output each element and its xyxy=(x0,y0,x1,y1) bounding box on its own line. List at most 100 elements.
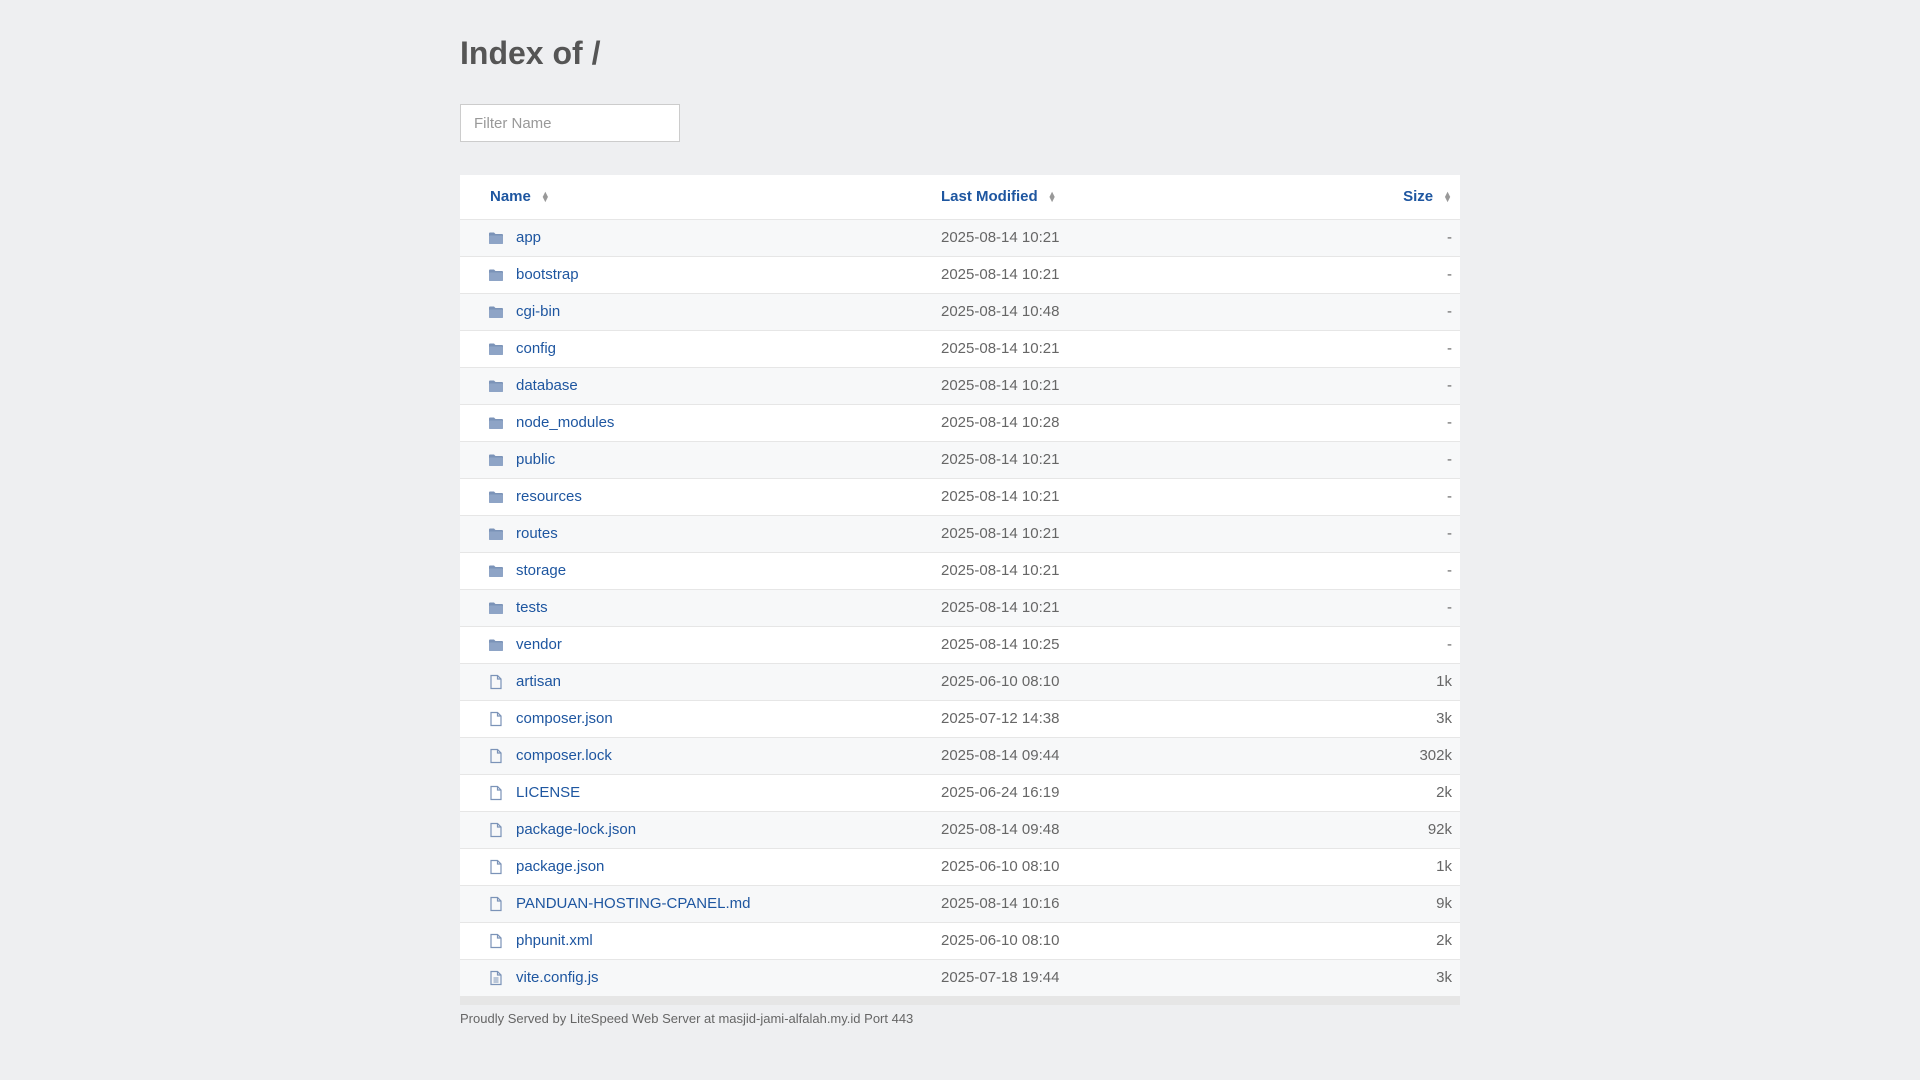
file-size: 2k xyxy=(1436,932,1452,949)
entry-link[interactable]: composer.json xyxy=(516,710,613,727)
file-size: - xyxy=(1447,229,1452,246)
folder-icon xyxy=(488,563,504,579)
entry-link[interactable]: package.json xyxy=(516,858,604,875)
folder-icon xyxy=(488,415,504,431)
table-row: vendor 2025-08-14 10:25 - xyxy=(460,627,1460,664)
entry-link[interactable]: public xyxy=(516,451,555,468)
file-size: - xyxy=(1447,266,1452,283)
table-row: vite.config.js 2025-07-18 19:44 3k xyxy=(460,960,1460,997)
folder-icon xyxy=(488,489,504,505)
sort-by-modified-button[interactable]: Last Modified ▲ ▼ xyxy=(941,188,1057,205)
file-size: - xyxy=(1447,599,1452,616)
file-icon xyxy=(488,822,504,838)
header-modified-label: Last Modified xyxy=(941,188,1038,205)
last-modified: 2025-07-12 14:38 xyxy=(941,710,1060,727)
entry-link[interactable]: database xyxy=(516,377,578,394)
table-row: PANDUAN-HOSTING-CPANEL.md 2025-08-14 10:1… xyxy=(460,886,1460,923)
server-footer: Proudly Served by LiteSpeed Web Server a… xyxy=(460,1011,914,1026)
file-icon xyxy=(488,674,504,690)
entry-link[interactable]: vite.config.js xyxy=(516,969,599,986)
table-row: node_modules 2025-08-14 10:28 - xyxy=(460,405,1460,442)
folder-icon xyxy=(488,378,504,394)
last-modified: 2025-08-14 10:25 xyxy=(941,636,1060,653)
file-size: 3k xyxy=(1436,710,1452,727)
file-size: - xyxy=(1447,377,1452,394)
table-row: LICENSE 2025-06-24 16:19 2k xyxy=(460,775,1460,812)
entry-link[interactable]: vendor xyxy=(516,636,562,653)
folder-icon xyxy=(488,267,504,283)
folder-icon xyxy=(488,452,504,468)
filter-input[interactable] xyxy=(460,104,680,142)
table-row: tests 2025-08-14 10:21 - xyxy=(460,590,1460,627)
file-icon xyxy=(488,711,504,727)
entry-link[interactable]: resources xyxy=(516,488,582,505)
last-modified: 2025-06-24 16:19 xyxy=(941,784,1060,801)
last-modified: 2025-08-14 10:21 xyxy=(941,599,1060,616)
last-modified: 2025-08-14 10:16 xyxy=(941,895,1060,912)
entry-link[interactable]: artisan xyxy=(516,673,561,690)
table-row: composer.json 2025-07-12 14:38 3k xyxy=(460,701,1460,738)
header-name-label: Name xyxy=(490,188,531,205)
table-row: app 2025-08-14 10:21 - xyxy=(460,220,1460,257)
folder-icon xyxy=(488,230,504,246)
entry-link[interactable]: cgi-bin xyxy=(516,303,560,320)
sort-icon: ▲ ▼ xyxy=(1047,188,1057,204)
file-size: 2k xyxy=(1436,784,1452,801)
last-modified: 2025-08-14 10:28 xyxy=(941,414,1060,431)
entry-link[interactable]: node_modules xyxy=(516,414,614,431)
sort-icon: ▲ ▼ xyxy=(540,188,550,204)
entry-link[interactable]: LICENSE xyxy=(516,784,580,801)
table-row: package-lock.json 2025-08-14 09:48 92k xyxy=(460,812,1460,849)
table-row: phpunit.xml 2025-06-10 08:10 2k xyxy=(460,923,1460,960)
last-modified: 2025-06-10 08:10 xyxy=(941,932,1060,949)
file-size: - xyxy=(1447,562,1452,579)
file-icon xyxy=(488,748,504,764)
file-size: 302k xyxy=(1419,747,1452,764)
file-size: - xyxy=(1447,488,1452,505)
table-row: cgi-bin 2025-08-14 10:48 - xyxy=(460,294,1460,331)
file-icon xyxy=(488,933,504,949)
file-size: - xyxy=(1447,303,1452,320)
last-modified: 2025-08-14 10:21 xyxy=(941,266,1060,283)
sort-by-size-button[interactable]: Size ▲ ▼ xyxy=(1403,188,1452,205)
entry-link[interactable]: routes xyxy=(516,525,558,542)
folder-icon xyxy=(488,304,504,320)
last-modified: 2025-08-14 10:21 xyxy=(941,451,1060,468)
last-modified: 2025-08-14 10:48 xyxy=(941,303,1060,320)
table-row: package.json 2025-06-10 08:10 1k xyxy=(460,849,1460,886)
entry-link[interactable]: composer.lock xyxy=(516,747,612,764)
entry-link[interactable]: bootstrap xyxy=(516,266,579,283)
entry-link[interactable]: phpunit.xml xyxy=(516,932,593,949)
last-modified: 2025-08-14 10:21 xyxy=(941,377,1060,394)
entry-link[interactable]: package-lock.json xyxy=(516,821,636,838)
file-size: - xyxy=(1447,525,1452,542)
table-row: artisan 2025-06-10 08:10 1k xyxy=(460,664,1460,701)
last-modified: 2025-08-14 09:48 xyxy=(941,821,1060,838)
last-modified: 2025-07-18 19:44 xyxy=(941,969,1060,986)
folder-icon xyxy=(488,526,504,542)
header-size-label: Size xyxy=(1403,188,1434,205)
entry-link[interactable]: app xyxy=(516,229,541,246)
entry-link[interactable]: PANDUAN-HOSTING-CPANEL.md xyxy=(516,895,750,912)
entry-link[interactable]: storage xyxy=(516,562,566,579)
file-size: 1k xyxy=(1436,673,1452,690)
last-modified: 2025-08-14 10:21 xyxy=(941,488,1060,505)
file-size: - xyxy=(1447,340,1452,357)
file-table: Name ▲ ▼ Last Modified ▲ ▼ Size ▲ ▼ app 2025… xyxy=(460,175,1460,1005)
file-icon xyxy=(488,785,504,801)
entry-link[interactable]: tests xyxy=(516,599,548,616)
file-size: 92k xyxy=(1427,821,1452,838)
table-row: bootstrap 2025-08-14 10:21 - xyxy=(460,257,1460,294)
file-size: 3k xyxy=(1436,969,1452,986)
table-row: database 2025-08-14 10:21 - xyxy=(460,368,1460,405)
table-row: public 2025-08-14 10:21 - xyxy=(460,442,1460,479)
entry-link[interactable]: config xyxy=(516,340,556,357)
last-modified: 2025-08-14 10:21 xyxy=(941,525,1060,542)
table-row: storage 2025-08-14 10:21 - xyxy=(460,553,1460,590)
last-modified: 2025-08-14 09:44 xyxy=(941,747,1060,764)
file-icon xyxy=(488,859,504,875)
file-size: - xyxy=(1447,414,1452,431)
sort-by-name-button[interactable]: Name ▲ ▼ xyxy=(490,188,550,205)
file-icon xyxy=(488,896,504,912)
folder-icon xyxy=(488,600,504,616)
